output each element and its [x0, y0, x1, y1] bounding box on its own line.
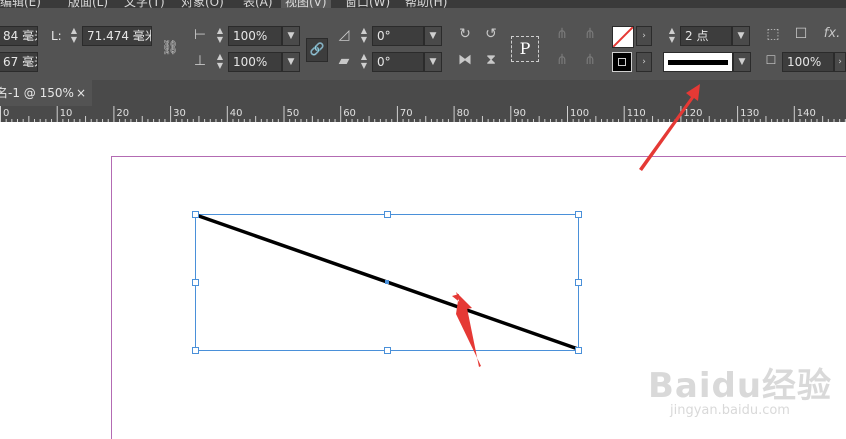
- stroke-weight-dropdown[interactable]: ▼: [732, 26, 750, 46]
- ruler-label: 60: [343, 108, 356, 119]
- ruler-label: 0: [3, 108, 9, 119]
- shear-angle-stepper[interactable]: ▲ ▼: [358, 52, 370, 72]
- p-icon: P: [519, 39, 531, 58]
- stroke-dropdown[interactable]: ›: [636, 52, 652, 72]
- length-stepper[interactable]: ▲ ▼: [68, 26, 80, 46]
- fill-swatch[interactable]: [612, 26, 634, 48]
- menu-item-type[interactable]: 文字(T): [124, 0, 165, 8]
- horizontal-ruler[interactable]: 0 10 20 30 40 50 60 70 80 90 100 110 120 130 140: [0, 106, 846, 122]
- ruler-label: 140: [797, 108, 816, 119]
- shear-angle-field[interactable]: 0°: [372, 52, 424, 72]
- opacity-dropdown[interactable]: ›: [834, 52, 846, 72]
- align-icon-3[interactable]: ⋔: [552, 50, 572, 70]
- align-icon-4[interactable]: ⋔: [580, 50, 600, 70]
- ruler-label: 20: [116, 108, 129, 119]
- watermark-brand: Baidu经验: [648, 366, 833, 406]
- effects-frame-icon[interactable]: ⬚: [764, 24, 782, 44]
- chain-link-icon: 🔗: [309, 42, 325, 56]
- menu-item-view[interactable]: 视图(V): [281, 0, 331, 8]
- handle-top-center[interactable]: [384, 211, 391, 218]
- fill-dropdown[interactable]: ›: [636, 26, 652, 46]
- menu-item-window[interactable]: 窗口(W): [345, 0, 390, 8]
- stroke-weight-field[interactable]: 2 点: [680, 26, 732, 46]
- menu-item-layout[interactable]: 版面(L): [68, 0, 108, 8]
- scale-x-stepper[interactable]: ▲ ▼: [214, 26, 226, 46]
- ruler-label: 130: [740, 108, 759, 119]
- link-scale-button[interactable]: 🔗: [306, 38, 328, 62]
- stroke-type-dropdown[interactable]: ▼: [733, 52, 751, 72]
- scale-y-dropdown[interactable]: ▼: [282, 52, 300, 72]
- fx-icon[interactable]: fx.: [822, 24, 842, 44]
- ruler-label: 90: [513, 108, 526, 119]
- menu-bar: 编辑(E) 版面(L) 文字(T) 对象(O) 表(A) 视图(V) 窗口(W)…: [0, 0, 846, 8]
- scale-x-icon: ⊢: [193, 27, 207, 43]
- flip-horizontal-icon[interactable]: ⧓: [454, 50, 476, 70]
- menu-item-table[interactable]: 表(A): [243, 0, 273, 8]
- ruler-label: 110: [627, 108, 646, 119]
- ruler-label: 10: [60, 108, 73, 119]
- watermark-url: jingyan.baidu.com: [670, 403, 790, 418]
- handle-bottom-left[interactable]: [192, 347, 199, 354]
- control-panel: 84 毫米 67 毫米 L: ▲▼ 71.474 毫米 ⛓ ⊢ ▲▼ 100% …: [0, 8, 846, 80]
- ruler-label: 70: [400, 108, 413, 119]
- shear-angle-icon: ▰: [338, 53, 350, 69]
- scale-y-field[interactable]: 100%: [228, 52, 282, 72]
- opacity-field[interactable]: 100%: [782, 52, 834, 72]
- rotate-cw-icon[interactable]: ↻: [454, 24, 476, 44]
- align-icon-1[interactable]: ⋔: [552, 24, 572, 44]
- ruler-ticks: 0 10 20 30 40 50 60 70 80 90 100 110 120 130 140: [0, 106, 846, 122]
- flip-vertical-icon[interactable]: ⧗: [480, 50, 502, 70]
- scale-x-field[interactable]: 100%: [228, 26, 282, 46]
- scale-x-dropdown[interactable]: ▼: [282, 26, 300, 46]
- document-tab[interactable]: 名-1 @ 150% ×: [0, 80, 92, 106]
- shadow-square-icon[interactable]: ☐: [792, 24, 810, 44]
- length-label: L:: [51, 29, 62, 43]
- center-point-handle[interactable]: [385, 280, 389, 284]
- menu-item-help[interactable]: 帮助(H): [405, 0, 447, 8]
- handle-middle-right[interactable]: [575, 279, 582, 286]
- x-position-field[interactable]: 84 毫米: [0, 26, 38, 46]
- document-tab-title: 名-1 @ 150%: [0, 86, 74, 100]
- ruler-label: 100: [570, 108, 589, 119]
- y-position-field[interactable]: 67 毫米: [0, 52, 38, 72]
- handle-top-left[interactable]: [192, 211, 199, 218]
- ruler-label: 80: [457, 108, 470, 119]
- menu-item-edit[interactable]: 编辑(E): [0, 0, 41, 8]
- stroke-type-selector[interactable]: [663, 52, 733, 72]
- length-field[interactable]: 71.474 毫米: [82, 26, 152, 46]
- opacity-checkbox-icon[interactable]: ☐: [763, 50, 779, 70]
- stroke-swatch[interactable]: [612, 52, 632, 72]
- constrain-proportions-icon[interactable]: ⛓: [160, 38, 180, 58]
- scale-y-icon: ⊥: [193, 53, 207, 69]
- rotate-ccw-icon[interactable]: ↺: [480, 24, 502, 44]
- rotate-angle-field[interactable]: 0°: [372, 26, 424, 46]
- scale-y-stepper[interactable]: ▲ ▼: [214, 52, 226, 72]
- rotate-angle-stepper[interactable]: ▲ ▼: [358, 26, 370, 46]
- shear-angle-dropdown[interactable]: ▼: [424, 52, 442, 72]
- handle-bottom-center[interactable]: [384, 347, 391, 354]
- align-icon-2[interactable]: ⋔: [580, 24, 600, 44]
- handle-top-right[interactable]: [575, 211, 582, 218]
- close-tab-icon[interactable]: ×: [76, 80, 86, 106]
- rotate-angle-dropdown[interactable]: ▼: [424, 26, 442, 46]
- reference-point-button[interactable]: P: [511, 36, 539, 62]
- document-tab-bar: 名-1 @ 150% ×: [0, 80, 846, 106]
- ruler-label: 50: [287, 108, 300, 119]
- handle-bottom-right[interactable]: [575, 347, 582, 354]
- menu-item-object[interactable]: 对象(O): [181, 0, 224, 8]
- rotate-angle-icon: ◿: [338, 27, 350, 43]
- ruler-label: 120: [683, 108, 702, 119]
- ruler-label: 40: [230, 108, 243, 119]
- handle-middle-left[interactable]: [192, 279, 199, 286]
- ruler-label: 30: [173, 108, 186, 119]
- stroke-weight-stepper[interactable]: ▲ ▼: [666, 26, 678, 46]
